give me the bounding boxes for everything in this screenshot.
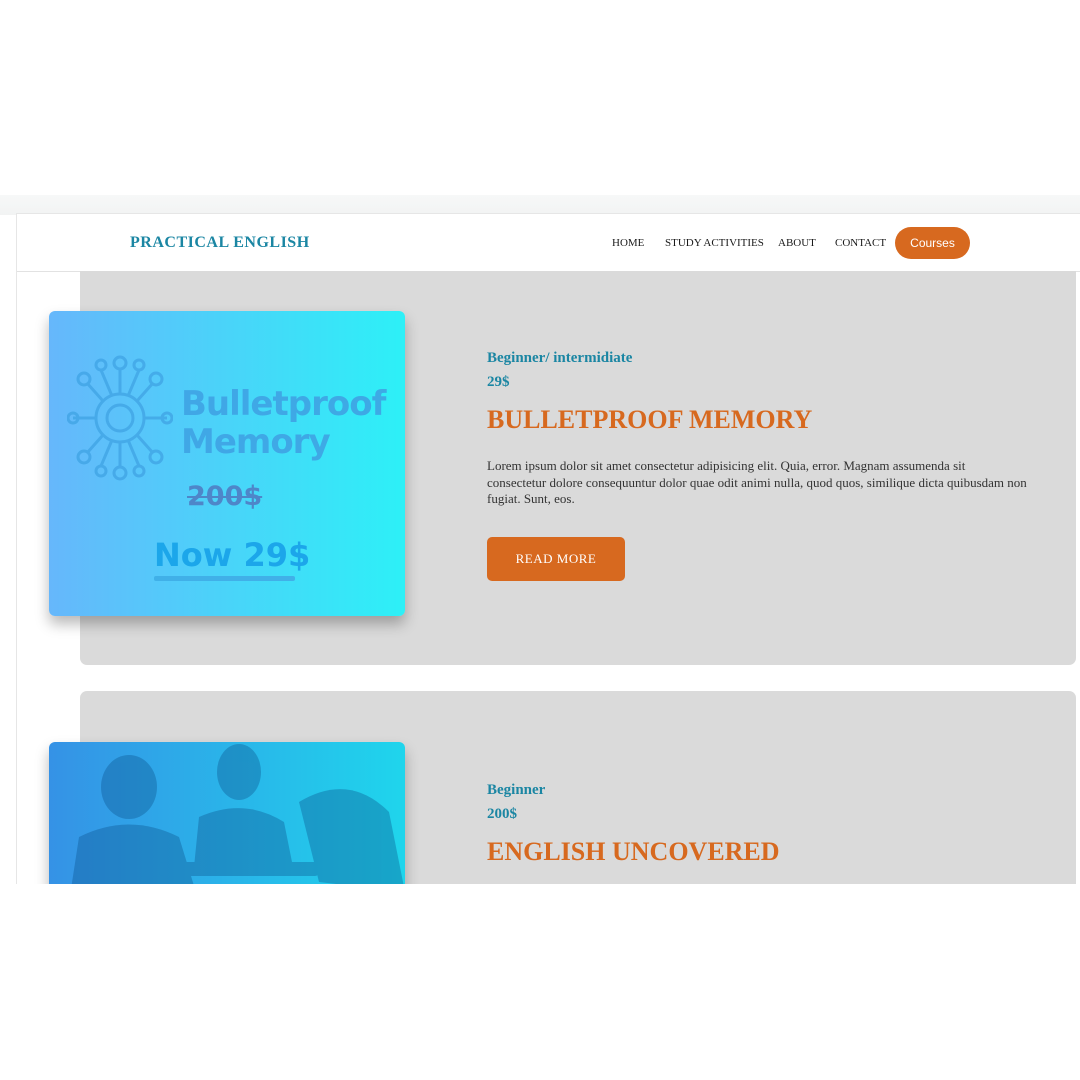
brand-logo[interactable]: PRACTICAL ENGLISH (130, 234, 310, 252)
thumbnail-brand-text: Bulletproof Memory (181, 384, 386, 462)
nav-home[interactable]: HOME (612, 237, 644, 249)
page-bottom-space (0, 884, 1080, 1080)
course-price: 29$ (487, 374, 510, 390)
people-studying-photo (71, 744, 404, 885)
course-price: 200$ (487, 806, 517, 822)
page-top-shade (0, 195, 1080, 215)
course-title: BULLETPROOF MEMORY (487, 405, 813, 434)
thumbnail-old-price: 200$ (187, 481, 263, 512)
thumbnail-underline (154, 576, 295, 581)
course-thumbnail[interactable] (49, 742, 405, 885)
nav-about[interactable]: ABOUT (778, 237, 816, 249)
thumbnail-brand-line-2: Memory (181, 422, 331, 462)
site-frame: PRACTICAL ENGLISH HOME STUDY ACTIVITIES … (16, 213, 1080, 885)
nav-study-activities[interactable]: STUDY ACTIVITIES (665, 237, 764, 249)
course-level: Beginner/ intermidiate (487, 350, 633, 366)
course-title: ENGLISH UNCOVERED (487, 837, 780, 866)
course-level: Beginner (487, 782, 546, 798)
thumbnail-new-price: Now 29$ (154, 536, 311, 574)
navbar: PRACTICAL ENGLISH HOME STUDY ACTIVITIES … (17, 214, 1080, 272)
nav-contact[interactable]: CONTACT (835, 237, 886, 249)
read-more-button[interactable]: READ MORE (487, 537, 625, 581)
neural-network-icon (67, 355, 173, 481)
thumbnail-brand-line-1: Bulletproof (181, 384, 386, 424)
course-description: Lorem ipsum dolor sit amet consectetur a… (487, 458, 1027, 506)
courses-button[interactable]: Courses (895, 227, 970, 259)
course-thumbnail[interactable]: Bulletproof Memory 200$ Now 29$ (49, 311, 405, 616)
